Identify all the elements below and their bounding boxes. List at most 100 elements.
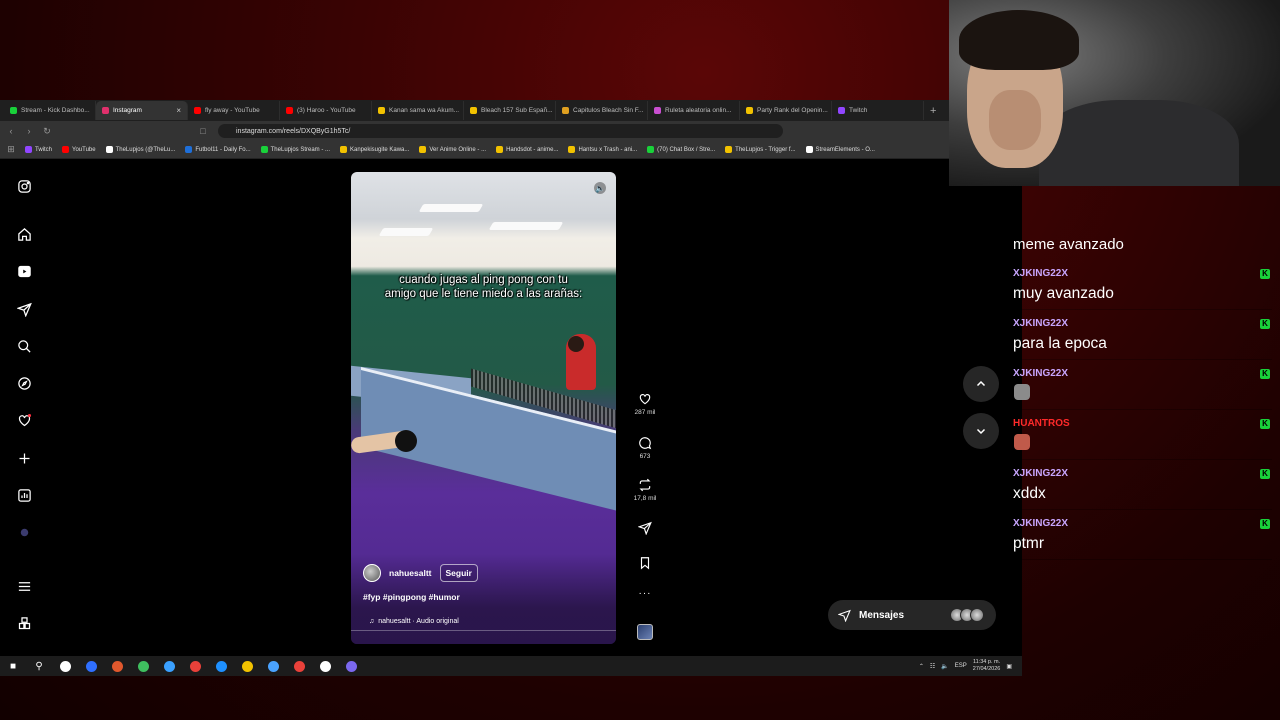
chat-message: XJKING22X Kptmr [1008, 514, 1272, 560]
taskbar-app-icon[interactable] [208, 656, 234, 676]
browser-tab[interactable]: Stream - Kick Dashbo... [4, 101, 96, 120]
browser-tab[interactable]: Ruleta aleatoria onlin... [648, 101, 740, 120]
notifications-icon[interactable]: ▣ [1006, 663, 1012, 670]
bookmark-label: Twitch [35, 146, 53, 153]
reel-video[interactable]: cuando jugas al ping pong con tu amigo q… [351, 172, 616, 644]
taskbar-app-icon[interactable] [182, 656, 208, 676]
bookmark-item[interactable]: Twitch [20, 146, 57, 153]
audio-info[interactable]: ♫ nahuesaltt · Audio original [369, 618, 459, 625]
bookmark-favicon-icon [105, 146, 113, 153]
bookmark-label: StreamElements - O... [815, 146, 875, 153]
bookmark-favicon-icon [568, 146, 576, 153]
browser-tab[interactable]: Capitulos Bleach Sin F... [556, 101, 648, 120]
taskbar-app-icon[interactable] [234, 656, 260, 676]
comment-action[interactable]: 673 [625, 436, 665, 460]
repost-action[interactable]: 17,8 mil [625, 478, 665, 502]
browser-tab[interactable]: Bleach 157 Sub Españ... [464, 101, 556, 120]
bookmark-item[interactable]: (70) Chat Box / Stre... [642, 146, 720, 153]
bookmark-item[interactable]: TheLupjos (@TheLu... [101, 146, 181, 153]
chat-text: muy avanzado [1013, 285, 1114, 302]
save-action[interactable] [625, 556, 665, 570]
chat-cut-message: meme avanzado [1013, 238, 1124, 252]
follow-button[interactable]: Seguir [439, 564, 478, 582]
tab-label: Capitulos Bleach Sin F... [573, 107, 644, 114]
bookmark-icon[interactable]: □ [198, 126, 208, 136]
browser-tab[interactable]: (3) Haroo - YouTube [280, 101, 372, 120]
clock[interactable]: 11:34 p. m. 27/04/2026 [973, 659, 1001, 673]
bookmark-item[interactable]: Handsdot - anime... [491, 146, 563, 153]
url-field[interactable]: instagram.com/reels/DXQByG1h5Tc/ [218, 124, 783, 138]
bookmark-item[interactable]: Ver Anime Online - ... [414, 146, 491, 153]
also-from-meta-icon[interactable] [16, 615, 32, 631]
taskbar-app-icon[interactable] [260, 656, 286, 676]
reload-icon[interactable]: ↻ [42, 126, 52, 137]
search-icon[interactable]: ⚲ [26, 656, 52, 676]
chat-username: XJKING22X [1013, 368, 1069, 379]
audio-thumb[interactable] [625, 624, 665, 640]
taskbar-app-icon[interactable] [156, 656, 182, 676]
more-icon[interactable]: ··· [625, 588, 665, 599]
app-icon [215, 660, 227, 672]
browser-tab[interactable]: Party Rank del Openin... [740, 101, 832, 120]
send-icon[interactable] [16, 301, 32, 317]
profile-icon[interactable] [16, 524, 32, 540]
bookmark-item[interactable]: TheLupjos - Trigger f... [720, 146, 800, 153]
like-action[interactable]: 287 mil [625, 392, 665, 416]
bookmark-item[interactable]: Kanpekisugite Kawa... [335, 146, 414, 153]
taskbar-app-icon[interactable] [312, 656, 338, 676]
heart-icon[interactable] [16, 412, 32, 428]
bookmark-label: Futbol11 - Daily Fo... [195, 146, 251, 153]
volume-icon[interactable]: 🔈 [941, 663, 948, 670]
bookmark-item[interactable]: StreamElements - O... [801, 146, 880, 153]
chat-username: XJKING22X [1013, 518, 1069, 529]
share-action[interactable] [625, 521, 665, 535]
chat-emote [1014, 384, 1030, 400]
bookmark-icon [640, 557, 650, 570]
menu-icon[interactable] [16, 578, 32, 594]
home-icon[interactable] [16, 226, 32, 242]
explore-icon[interactable] [16, 375, 32, 391]
clock-date: 27/04/2026 [972, 666, 1001, 672]
apps-grid-icon[interactable]: ⊞ [6, 144, 16, 155]
browser-tab[interactable]: Twitch [832, 101, 924, 120]
browser-tab[interactable]: fly away - YouTube [188, 101, 280, 120]
comment-count: 673 [639, 453, 651, 460]
create-icon[interactable] [16, 450, 32, 466]
taskbar-app-icon[interactable] [52, 656, 78, 676]
instagram-logo-icon[interactable] [16, 178, 32, 194]
search-icon[interactable] [16, 338, 32, 354]
previous-reel-button[interactable] [963, 366, 999, 402]
close-icon[interactable]: × [176, 106, 181, 115]
taskbar-app-icon[interactable] [104, 656, 130, 676]
progress-line [351, 630, 616, 631]
reels-icon[interactable] [16, 263, 32, 279]
browser-tab[interactable]: Kanan sama wa Akum... [372, 101, 464, 120]
avatar[interactable] [363, 564, 381, 582]
forward-icon[interactable]: › [24, 126, 34, 136]
back-icon[interactable]: ‹ [6, 126, 16, 136]
username[interactable]: nahuesaltt [389, 568, 432, 578]
language-indicator[interactable]: ESP [955, 663, 967, 669]
mute-icon[interactable]: 🔈 [594, 182, 606, 194]
bookmark-item[interactable]: YouTube [57, 146, 101, 153]
taskbar-app-icon[interactable] [78, 656, 104, 676]
dashboard-icon[interactable] [16, 487, 32, 503]
bookmark-item[interactable]: Hantsu x Trash - ani... [563, 146, 642, 153]
hashtags[interactable]: #fyp #pingpong #humor [363, 592, 460, 602]
bookmark-item[interactable]: Futbol11 - Daily Fo... [180, 146, 255, 153]
bookmark-favicon-icon [496, 146, 504, 153]
taskbar-app-icon[interactable] [130, 656, 156, 676]
start-icon[interactable]: ■ [0, 656, 26, 676]
next-reel-button[interactable] [963, 413, 999, 449]
chevron-up-icon[interactable]: ⌃ [919, 663, 924, 670]
taskbar-app-icon[interactable] [338, 656, 364, 676]
messages-button[interactable]: Mensajes [828, 600, 996, 630]
network-icon[interactable]: ☷ [930, 663, 935, 670]
taskbar-app-icon[interactable] [286, 656, 312, 676]
app-icon [111, 660, 123, 672]
browser-tab[interactable]: Instagram × [96, 101, 188, 120]
bookmark-item[interactable]: TheLupjos Stream - ... [256, 146, 335, 153]
video-caption-line2: amigo que le tiene miedo a las arañas: [384, 288, 583, 300]
new-tab-button[interactable]: + [930, 105, 936, 117]
reel-actions: 287 mil 673 17,8 mil ··· [625, 160, 665, 656]
